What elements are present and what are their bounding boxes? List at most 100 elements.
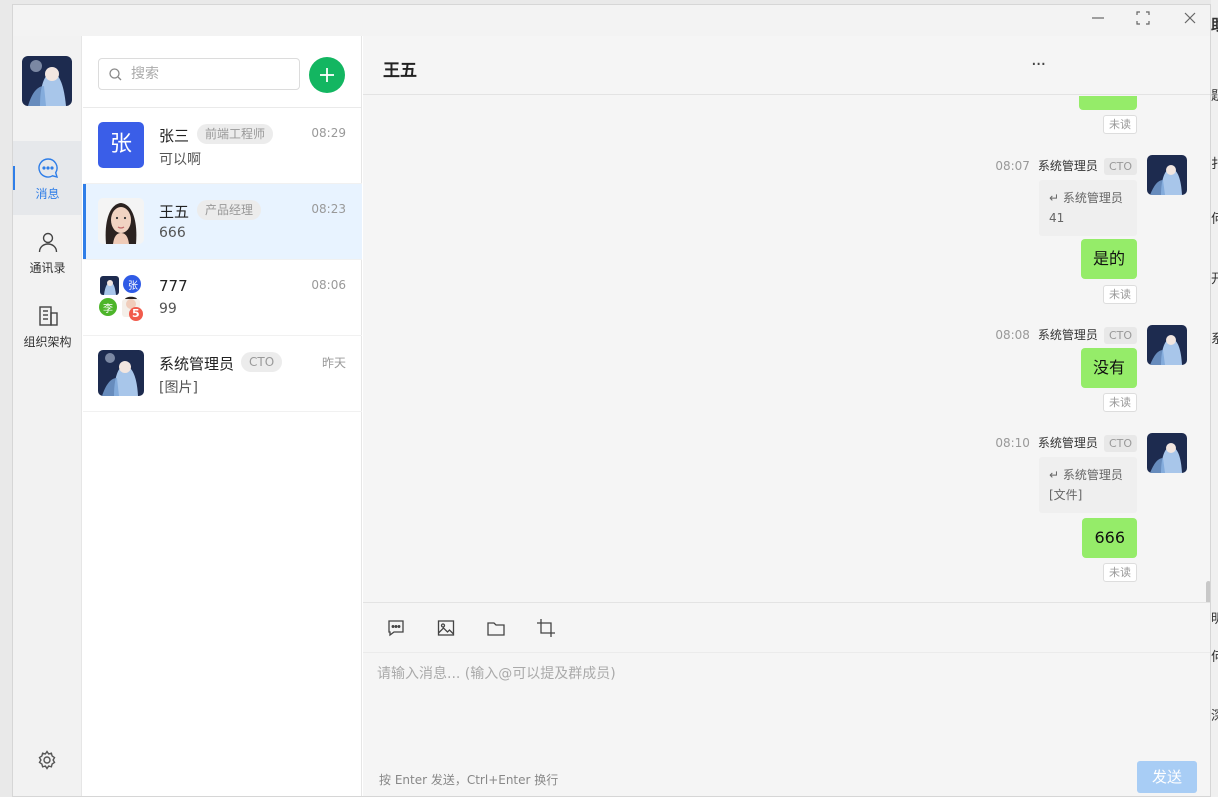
message-input[interactable]	[377, 663, 1197, 743]
conversation-item[interactable]: 张 李 5 777 08:06 99	[83, 260, 362, 336]
conversation-name: 777	[159, 277, 188, 295]
message-bubble: 是的	[1080, 239, 1137, 279]
conversation-time: 08:06	[311, 278, 346, 292]
minimize-icon[interactable]	[1087, 11, 1109, 29]
quote-text: 41	[1049, 211, 1065, 225]
role-tag: CTO	[241, 352, 283, 372]
conversation-time: 08:29	[311, 126, 346, 140]
conversation-time: 08:23	[311, 202, 346, 216]
crop-icon[interactable]	[536, 618, 556, 638]
quote-text: [文件]	[1049, 488, 1083, 502]
close-icon[interactable]	[1179, 11, 1201, 29]
conversation-preview: [图片]	[159, 380, 198, 396]
message-time: 08:10	[995, 436, 1030, 450]
message-time: 08:07	[995, 159, 1030, 173]
plus-icon	[320, 68, 334, 82]
chat-title: 王五	[383, 61, 417, 81]
comment-icon[interactable]	[386, 618, 406, 638]
maximize-icon[interactable]	[1132, 11, 1154, 29]
message-sender: 系统管理员	[1037, 159, 1098, 173]
conversation-preview: 99	[159, 301, 177, 317]
quote-sender: 系统管理员	[1062, 191, 1123, 205]
quoted-message: ↵ 系统管理员 41	[1039, 180, 1137, 236]
member-badge: 李	[103, 304, 113, 315]
send-button[interactable]: 发送	[1137, 761, 1197, 793]
organization-icon	[38, 306, 58, 326]
member-badge: 张	[128, 281, 138, 292]
conversation-item[interactable]: 系统管理员 CTO 昨天 [图片]	[83, 336, 362, 412]
conversation-preview: 可以啊	[159, 152, 201, 168]
background-text: 何	[1211, 212, 1218, 227]
search-icon	[109, 68, 122, 81]
avatar[interactable]	[1147, 155, 1187, 195]
avatar	[98, 350, 144, 396]
conversation-preview: 666	[159, 225, 186, 241]
conversation-time: 昨天	[321, 356, 346, 370]
reply-icon: ↵	[1049, 468, 1060, 482]
scrollbar[interactable]	[1206, 581, 1210, 602]
nav-messages-label: 消息	[35, 187, 60, 201]
message-sender: 系统管理员	[1037, 328, 1098, 342]
conversation-name: 系统管理员	[159, 355, 235, 373]
conversation-item[interactable]: 张 张三 前端工程师 08:29 可以啊	[83, 108, 362, 184]
conversation-item[interactable]: 王五 产品经理 08:23 666	[83, 184, 362, 260]
group-avatar: 张 李 5	[98, 274, 144, 321]
avatar	[98, 198, 144, 244]
chat-header: 王五 ···	[363, 36, 1210, 95]
message-meta: 08:07 系统管理员 CTO	[995, 157, 1137, 175]
nav-contacts-label: 通讯录	[29, 261, 66, 275]
send-hint: 按 Enter 发送，Ctrl+Enter 换行	[379, 773, 559, 787]
role-tag: 前端工程师	[197, 124, 274, 144]
search-box	[98, 58, 300, 90]
folder-icon[interactable]	[486, 618, 506, 638]
role-tag: CTO	[1103, 327, 1137, 344]
background-text: 明	[1211, 612, 1218, 627]
message-sender: 系统管理员	[1037, 436, 1098, 450]
nav-organization[interactable]: 组织架构	[13, 289, 82, 363]
unread-label: 未读	[1103, 285, 1137, 304]
unread-label: 未读	[1103, 393, 1137, 412]
app-window: 消息 通讯录 组织架构 张 张三 前端工程师 08:29 可以	[12, 4, 1211, 797]
message-meta: 08:08 系统管理员 CTO	[995, 326, 1137, 344]
message-bubble: 666	[1082, 518, 1137, 558]
more-options-icon[interactable]: ···	[1031, 54, 1046, 75]
unread-badge: 5	[132, 307, 140, 320]
background-text: 开	[1211, 272, 1218, 287]
role-tag: 产品经理	[197, 200, 262, 220]
unread-label: 未读	[1103, 563, 1137, 582]
nav-rail: 消息 通讯录 组织架构	[13, 36, 82, 796]
background-text: 深	[1211, 709, 1218, 724]
conversation-name: 王五	[159, 203, 190, 221]
nav-messages[interactable]: 消息	[13, 141, 82, 215]
gear-icon[interactable]	[37, 750, 57, 770]
message-bubble: 没有	[1080, 348, 1137, 388]
message-meta: 08:10 系统管理员 CTO	[995, 434, 1137, 452]
background-text: 系	[1211, 332, 1218, 347]
background-text: 题	[1211, 89, 1218, 104]
background-text: 助	[1211, 14, 1218, 35]
background-window-strip	[1211, 0, 1218, 797]
image-icon[interactable]	[436, 618, 456, 638]
role-tag: CTO	[1103, 158, 1137, 175]
message-icon	[37, 158, 58, 179]
chat-panel: 王五 ··· 未读 08:07 系统管理员 CTO ↵ 系统管理员 41 是的 未读…	[363, 36, 1210, 796]
quoted-message: ↵ 系统管理员 [文件]	[1039, 457, 1137, 513]
composer: 按 Enter 发送，Ctrl+Enter 换行 发送	[363, 652, 1210, 796]
background-text: 何	[1211, 650, 1218, 665]
conversation-list-panel: 张 张三 前端工程师 08:29 可以啊 王五 产品经理 08:23	[83, 36, 362, 796]
quote-sender: 系统管理员	[1062, 468, 1123, 482]
reply-icon: ↵	[1049, 191, 1060, 205]
contacts-icon	[38, 232, 57, 253]
title-bar	[13, 5, 1210, 36]
user-avatar[interactable]	[22, 56, 72, 106]
message-list: 未读 08:07 系统管理员 CTO ↵ 系统管理员 41 是的 未读 08:08 系…	[363, 96, 1210, 602]
composer-toolbar	[363, 602, 1210, 652]
conversation-name: 张三	[159, 127, 190, 145]
avatar[interactable]	[1147, 433, 1187, 473]
unread-label: 未读	[1103, 115, 1137, 134]
add-button[interactable]	[309, 57, 345, 93]
avatar[interactable]	[1147, 325, 1187, 365]
avatar-text: 张	[98, 122, 144, 168]
search-input[interactable]	[131, 64, 291, 84]
nav-contacts[interactable]: 通讯录	[13, 215, 82, 289]
